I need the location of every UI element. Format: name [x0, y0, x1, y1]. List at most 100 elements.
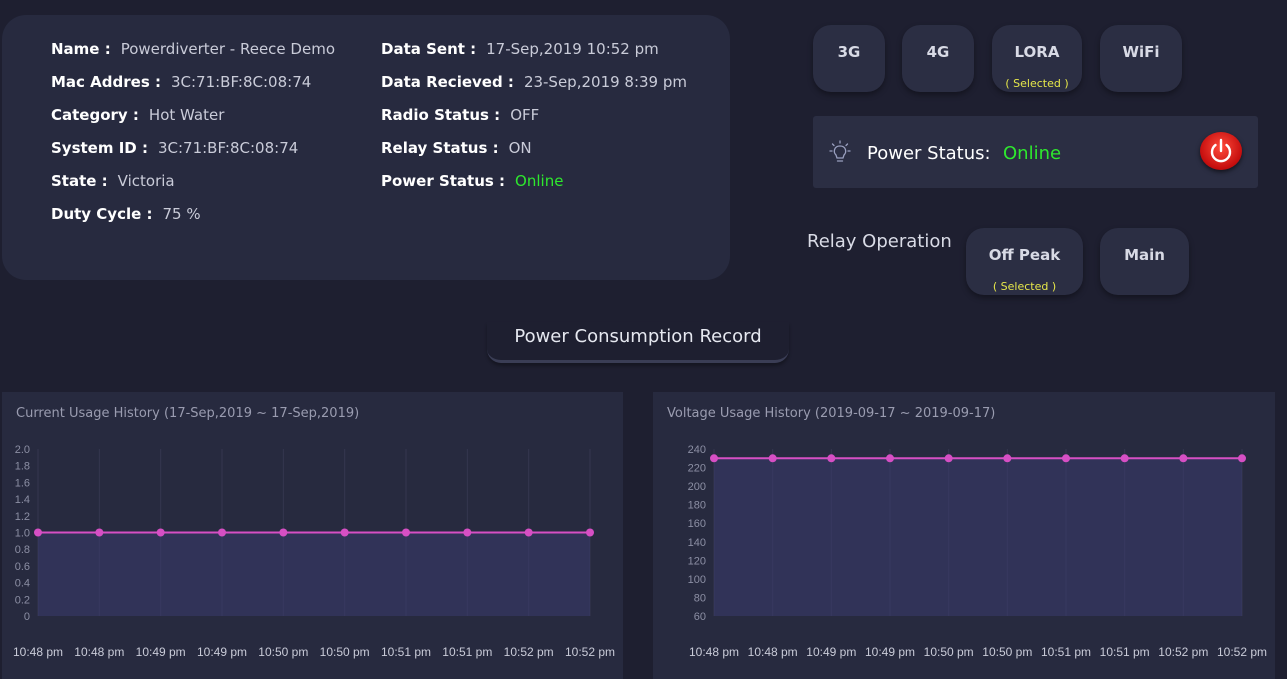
device-info-card: Name : Powerdiverter - Reece Demo Mac Add…	[2, 15, 730, 280]
data-point[interactable]	[340, 528, 349, 537]
x-tick-label: 10:49 pm	[136, 645, 186, 659]
x-tick-label: 10:49 pm	[806, 645, 856, 659]
data-point[interactable]	[710, 454, 718, 463]
info-row-system-id: System ID : 3C:71:BF:8C:08:74	[51, 137, 341, 159]
network-4g-button[interactable]: 4G	[902, 25, 974, 92]
current-usage-chart: Current Usage History (17-Sep,2019 ~ 17-…	[2, 392, 623, 679]
x-tick-label: 10:51 pm	[1041, 645, 1091, 659]
series-area	[38, 532, 590, 616]
y-tick-label: 1.2	[15, 511, 30, 523]
lightbulb-icon	[827, 140, 853, 170]
relay-main-label: Main	[1124, 246, 1165, 264]
x-tick-label: 10:48 pm	[689, 645, 739, 659]
data-point[interactable]	[1238, 454, 1246, 463]
data-point[interactable]	[827, 454, 836, 463]
y-tick-label: 120	[688, 555, 706, 567]
data-point[interactable]	[279, 528, 288, 537]
x-tick-label: 10:48 pm	[748, 645, 798, 659]
network-4g-label: 4G	[926, 43, 950, 61]
x-tick-label: 10:52 pm	[1158, 645, 1208, 659]
info-label: State :	[51, 172, 108, 190]
info-label: Data Sent :	[381, 40, 477, 58]
info-row-state: State : Victoria	[51, 170, 341, 192]
y-tick-label: 1.8	[15, 461, 30, 473]
y-tick-label: 100	[688, 574, 706, 586]
current-usage-chart-svg: 0 0.2 0.4 0.6 0.8 1.0 1.2 1.4 1.6 1.8 2.0 10:48 pm 1…	[13, 444, 615, 659]
data-point[interactable]	[1062, 454, 1070, 463]
y-tick-label: 0.2	[15, 594, 30, 606]
x-tick-label: 10:50 pm	[258, 645, 308, 659]
info-row-data-received: Data Recieved : 23-Sep,2019 8:39 pm	[381, 71, 721, 93]
y-tick-label: 180	[688, 500, 706, 512]
x-tick-label: 10:49 pm	[197, 645, 247, 659]
info-value: 17-Sep,2019 10:52 pm	[486, 40, 659, 58]
x-tick-label: 10:50 pm	[982, 645, 1032, 659]
info-value: OFF	[510, 106, 540, 124]
data-point[interactable]	[463, 528, 472, 537]
data-point[interactable]	[768, 454, 777, 463]
data-point[interactable]	[886, 454, 894, 463]
network-3g-button[interactable]: 3G	[813, 25, 885, 92]
network-wifi-button[interactable]: WiFi	[1100, 25, 1182, 92]
info-label: System ID :	[51, 139, 148, 157]
relay-main-button[interactable]: Main	[1100, 228, 1189, 295]
info-label: Data Recieved :	[381, 73, 514, 91]
data-point[interactable]	[1179, 454, 1188, 463]
info-value: 3C:71:BF:8C:08:74	[157, 139, 299, 157]
relay-off-peak-label: Off Peak	[988, 246, 1061, 264]
selected-note: ( Selected )	[992, 280, 1057, 293]
info-label: Power Status :	[381, 172, 506, 190]
data-point[interactable]	[95, 528, 104, 537]
y-tick-label: 1.0	[15, 528, 30, 540]
series-area	[714, 458, 1242, 616]
y-tick-label: 80	[694, 592, 706, 604]
data-point[interactable]	[524, 528, 533, 537]
voltage-usage-chart: Voltage Usage History (2019-09-17 ~ 2019…	[653, 392, 1275, 679]
info-row-name: Name : Powerdiverter - Reece Demo	[51, 38, 341, 60]
data-point[interactable]	[402, 528, 410, 537]
device-info-right: Data Sent : 17-Sep,2019 10:52 pm Data Rec…	[381, 38, 721, 203]
x-tick-label: 10:52 pm	[565, 645, 615, 659]
y-tick-label: 140	[688, 537, 706, 549]
x-tick-label: 10:50 pm	[320, 645, 370, 659]
data-point[interactable]	[218, 528, 226, 537]
selected-note: ( Selected )	[1005, 77, 1069, 90]
network-lora-label: LORA	[1014, 43, 1060, 61]
data-point[interactable]	[1003, 454, 1012, 463]
y-tick-label: 220	[688, 463, 706, 475]
info-label: Duty Cycle :	[51, 205, 153, 223]
data-point[interactable]	[586, 528, 594, 537]
relay-off-peak-button[interactable]: Off Peak ( Selected )	[966, 228, 1083, 295]
power-status-label: Power Status:	[867, 143, 991, 164]
x-tick-label: 10:48 pm	[13, 645, 63, 659]
data-point[interactable]	[34, 528, 42, 537]
x-tick-label: 10:51 pm	[381, 645, 431, 659]
data-point[interactable]	[944, 454, 953, 463]
y-tick-label: 0	[24, 611, 30, 623]
y-tick-label: 0.4	[15, 578, 30, 590]
info-row-duty-cycle: Duty Cycle : 75 %	[51, 203, 341, 225]
x-tick-label: 10:50 pm	[924, 645, 974, 659]
info-value-online: Online	[515, 172, 564, 190]
data-point[interactable]	[1120, 454, 1129, 463]
device-info-left: Name : Powerdiverter - Reece Demo Mac Add…	[51, 38, 341, 236]
info-row-relay-status: Relay Status : ON	[381, 137, 721, 159]
info-row-radio-status: Radio Status : OFF	[381, 104, 721, 126]
info-value: 75 %	[162, 205, 201, 223]
x-tick-label: 10:52 pm	[1217, 645, 1267, 659]
info-value: 23-Sep,2019 8:39 pm	[523, 73, 688, 91]
y-tick-label: 2.0	[15, 444, 30, 456]
network-3g-label: 3G	[837, 43, 861, 61]
y-tick-label: 0.6	[15, 561, 30, 573]
data-point[interactable]	[156, 528, 165, 537]
power-icon	[1200, 138, 1242, 174]
info-row-data-sent: Data Sent : 17-Sep,2019 10:52 pm	[381, 38, 721, 60]
y-tick-label: 1.4	[15, 494, 30, 506]
network-lora-button[interactable]: LORA ( Selected )	[992, 25, 1082, 92]
y-tick-label: 0.8	[15, 544, 30, 556]
power-toggle-button[interactable]	[1200, 132, 1242, 170]
info-value: 3C:71:BF:8C:08:74	[170, 73, 312, 91]
section-title: Power Consumption Record	[487, 322, 789, 363]
info-row-mac: Mac Addres : 3C:71:BF:8C:08:74	[51, 71, 341, 93]
info-label: Relay Status :	[381, 139, 499, 157]
